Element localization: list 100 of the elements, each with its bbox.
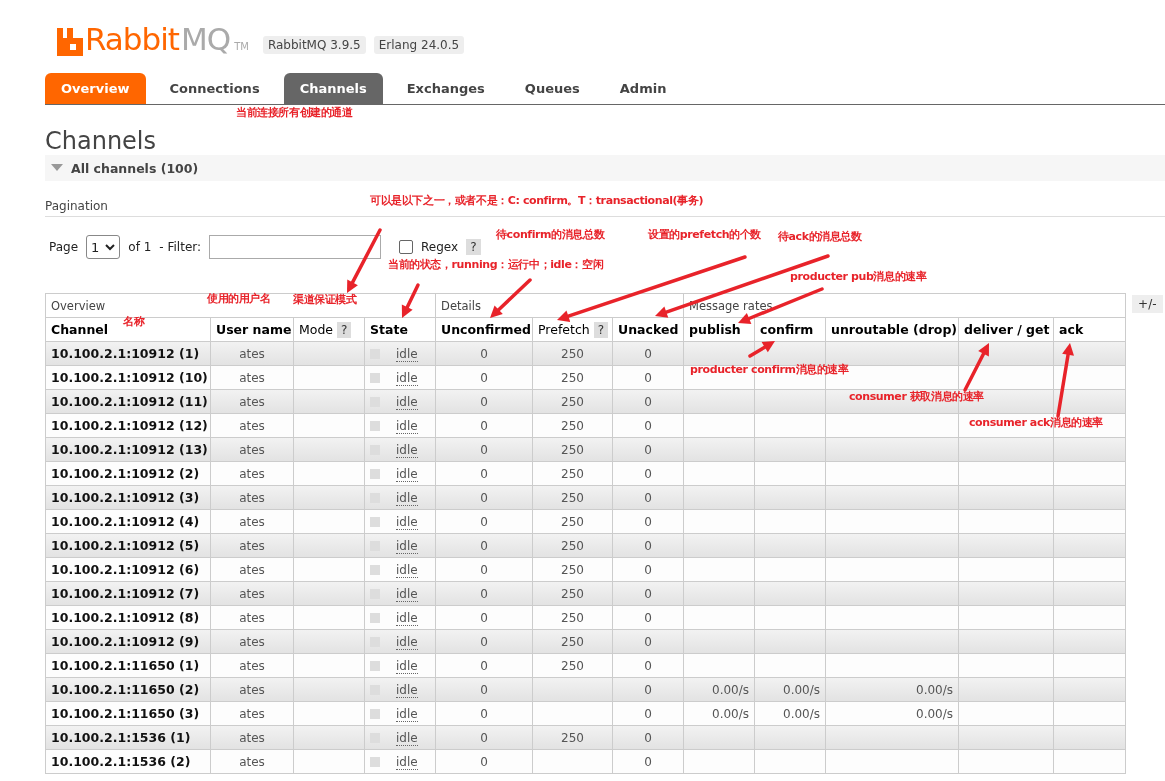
- state-text: idle: [396, 562, 418, 578]
- state-indicator-icon: [370, 469, 380, 479]
- page-title: Channels: [45, 127, 158, 155]
- regex-checkbox[interactable]: [399, 240, 414, 254]
- help-button[interactable]: ?: [593, 322, 609, 338]
- table-cell: 250: [532, 413, 613, 438]
- rabbitmq-logo: RabbitMQ TM: [57, 22, 255, 56]
- table-cell: ates: [210, 629, 294, 654]
- annotation-text: 待confirm的消息总数: [496, 227, 605, 243]
- table-cell: 0: [435, 557, 533, 582]
- channel-name-cell[interactable]: 10.100.2.1:10912 (3): [45, 485, 211, 510]
- table-cell: 0: [435, 485, 533, 510]
- column-toggle-button[interactable]: +/-: [1132, 295, 1163, 313]
- column-header: State: [370, 322, 408, 337]
- table-cell: ates: [210, 485, 294, 510]
- nav-tab[interactable]: Exchanges: [390, 73, 501, 104]
- nav-tab[interactable]: Queues: [508, 73, 596, 104]
- channel-name-cell[interactable]: 10.100.2.1:11650 (2): [45, 677, 211, 702]
- channel-name-cell[interactable]: 10.100.2.1:10912 (12): [45, 413, 211, 438]
- state-indicator-icon: [370, 613, 380, 623]
- channel-name-cell[interactable]: 10.100.2.1:10912 (1): [45, 341, 211, 366]
- table-cell: 250: [532, 341, 613, 366]
- channel-name-cell[interactable]: 10.100.2.1:10912 (10): [45, 365, 211, 390]
- annotation-text: 渠道保证模式: [293, 292, 357, 308]
- nav-tab[interactable]: Connections: [153, 73, 276, 104]
- state-indicator-icon: [370, 565, 380, 575]
- help-button[interactable]: ?: [337, 322, 352, 338]
- table-cell: 0: [612, 509, 684, 534]
- channel-name-cell[interactable]: 10.100.2.1:10912 (6): [45, 557, 211, 582]
- channel-name-cell[interactable]: 10.100.2.1:1536 (1): [45, 725, 211, 750]
- version-label: RabbitMQ 3.9.5: [262, 36, 366, 54]
- table-cell: 0: [435, 725, 533, 750]
- state-text: idle: [396, 586, 418, 602]
- annotation-arrow: [401, 283, 420, 318]
- table-row[interactable]: 10.100.2.1:11650 (2) ates idle 0 0 0.00/s 0.00/s 0.00/s: [45, 677, 1126, 702]
- table-row[interactable]: 10.100.2.1:10912 (5) ates idle 0 250 0: [45, 533, 1126, 558]
- table-row[interactable]: 10.100.2.1:10912 (4) ates idle 0 250 0: [45, 509, 1126, 534]
- annotation-text: producter pub消息的速率: [790, 269, 927, 285]
- column-header: deliver / get: [964, 322, 1050, 337]
- table-cell: 0: [435, 629, 533, 654]
- table-row[interactable]: 10.100.2.1:1536 (2) ates idle 0 0: [45, 749, 1126, 774]
- channel-name-cell[interactable]: 10.100.2.1:10912 (2): [45, 461, 211, 486]
- table-row[interactable]: 10.100.2.1:10912 (2) ates idle 0 250 0: [45, 461, 1126, 486]
- table-cell: ates: [210, 341, 294, 366]
- table-row[interactable]: 10.100.2.1:10912 (13) ates idle 0 250 0: [45, 437, 1126, 462]
- state-text: idle: [396, 394, 418, 410]
- annotation-text: 设置的prefetch的个数: [648, 227, 761, 243]
- table-cell: 0.00/s: [683, 677, 755, 702]
- channel-name-cell[interactable]: 10.100.2.1:10912 (13): [45, 437, 211, 462]
- state-text: idle: [396, 730, 418, 746]
- table-row[interactable]: 10.100.2.1:11650 (1) ates idle 0 250 0: [45, 653, 1126, 678]
- table-cell: 0: [435, 701, 533, 726]
- table-cell: 250: [532, 533, 613, 558]
- channel-name-cell[interactable]: 10.100.2.1:10912 (5): [45, 533, 211, 558]
- table-cell: 0: [612, 581, 684, 606]
- filter-label: - Filter:: [159, 240, 202, 254]
- table-cell: 250: [532, 605, 613, 630]
- channel-name-cell[interactable]: 10.100.2.1:11650 (1): [45, 653, 211, 678]
- table-row[interactable]: 10.100.2.1:10912 (9) ates idle 0 250 0: [45, 629, 1126, 654]
- table-cell: 0.00/s: [754, 677, 826, 702]
- table-cell: ates: [210, 749, 294, 774]
- channel-name-cell[interactable]: 10.100.2.1:10912 (9): [45, 629, 211, 654]
- table-row[interactable]: 10.100.2.1:10912 (8) ates idle 0 250 0: [45, 605, 1126, 630]
- table-cell: 250: [532, 485, 613, 510]
- table-cell: 0: [612, 677, 684, 702]
- state-text: idle: [396, 706, 418, 722]
- table-cell: 0.00/s: [683, 701, 755, 726]
- page-select[interactable]: 1: [86, 235, 121, 259]
- table-row[interactable]: 10.100.2.1:10912 (7) ates idle 0 250 0: [45, 581, 1126, 606]
- table-row[interactable]: 10.100.2.1:10912 (6) ates idle 0 250 0: [45, 557, 1126, 582]
- annotation-arrow: [963, 343, 989, 392]
- column-header: unroutable (drop): [831, 322, 958, 337]
- page-label: Page: [49, 240, 79, 254]
- help-button[interactable]: ?: [466, 239, 481, 255]
- table-cell: ates: [210, 605, 294, 630]
- channel-name-cell[interactable]: 10.100.2.1:10912 (7): [45, 581, 211, 606]
- table-cell: 0: [612, 365, 684, 390]
- channel-name-cell[interactable]: 10.100.2.1:1536 (2): [45, 749, 211, 774]
- table-row[interactable]: 10.100.2.1:10912 (3) ates idle 0 250 0: [45, 485, 1126, 510]
- table-cell: 0: [435, 749, 533, 774]
- column-header: Channel: [51, 322, 109, 337]
- section-header[interactable]: All channels (100): [45, 155, 1165, 181]
- channel-name-cell[interactable]: 10.100.2.1:10912 (4): [45, 509, 211, 534]
- channel-name-cell[interactable]: 10.100.2.1:10912 (11): [45, 389, 211, 414]
- state-text: idle: [396, 538, 418, 554]
- filter-input[interactable]: [209, 235, 382, 259]
- table-cell: 250: [532, 629, 613, 654]
- state-text: idle: [396, 346, 418, 362]
- regex-label: Regex: [421, 240, 459, 254]
- table-cell: 0: [612, 605, 684, 630]
- table-cell: 0: [612, 749, 684, 774]
- channel-name-cell[interactable]: 10.100.2.1:10912 (8): [45, 605, 211, 630]
- table-cell: 0: [612, 653, 684, 678]
- annotation-arrow: [490, 278, 532, 318]
- table-row[interactable]: 10.100.2.1:11650 (3) ates idle 0 0 0.00/s 0.00/s 0.00/s: [45, 701, 1126, 726]
- channel-name-cell[interactable]: 10.100.2.1:11650 (3): [45, 701, 211, 726]
- nav-tab[interactable]: Channels: [283, 73, 383, 104]
- table-row[interactable]: 10.100.2.1:1536 (1) ates idle 0 250 0: [45, 725, 1126, 750]
- nav-tab[interactable]: Admin: [603, 73, 683, 104]
- state-text: idle: [396, 442, 418, 458]
